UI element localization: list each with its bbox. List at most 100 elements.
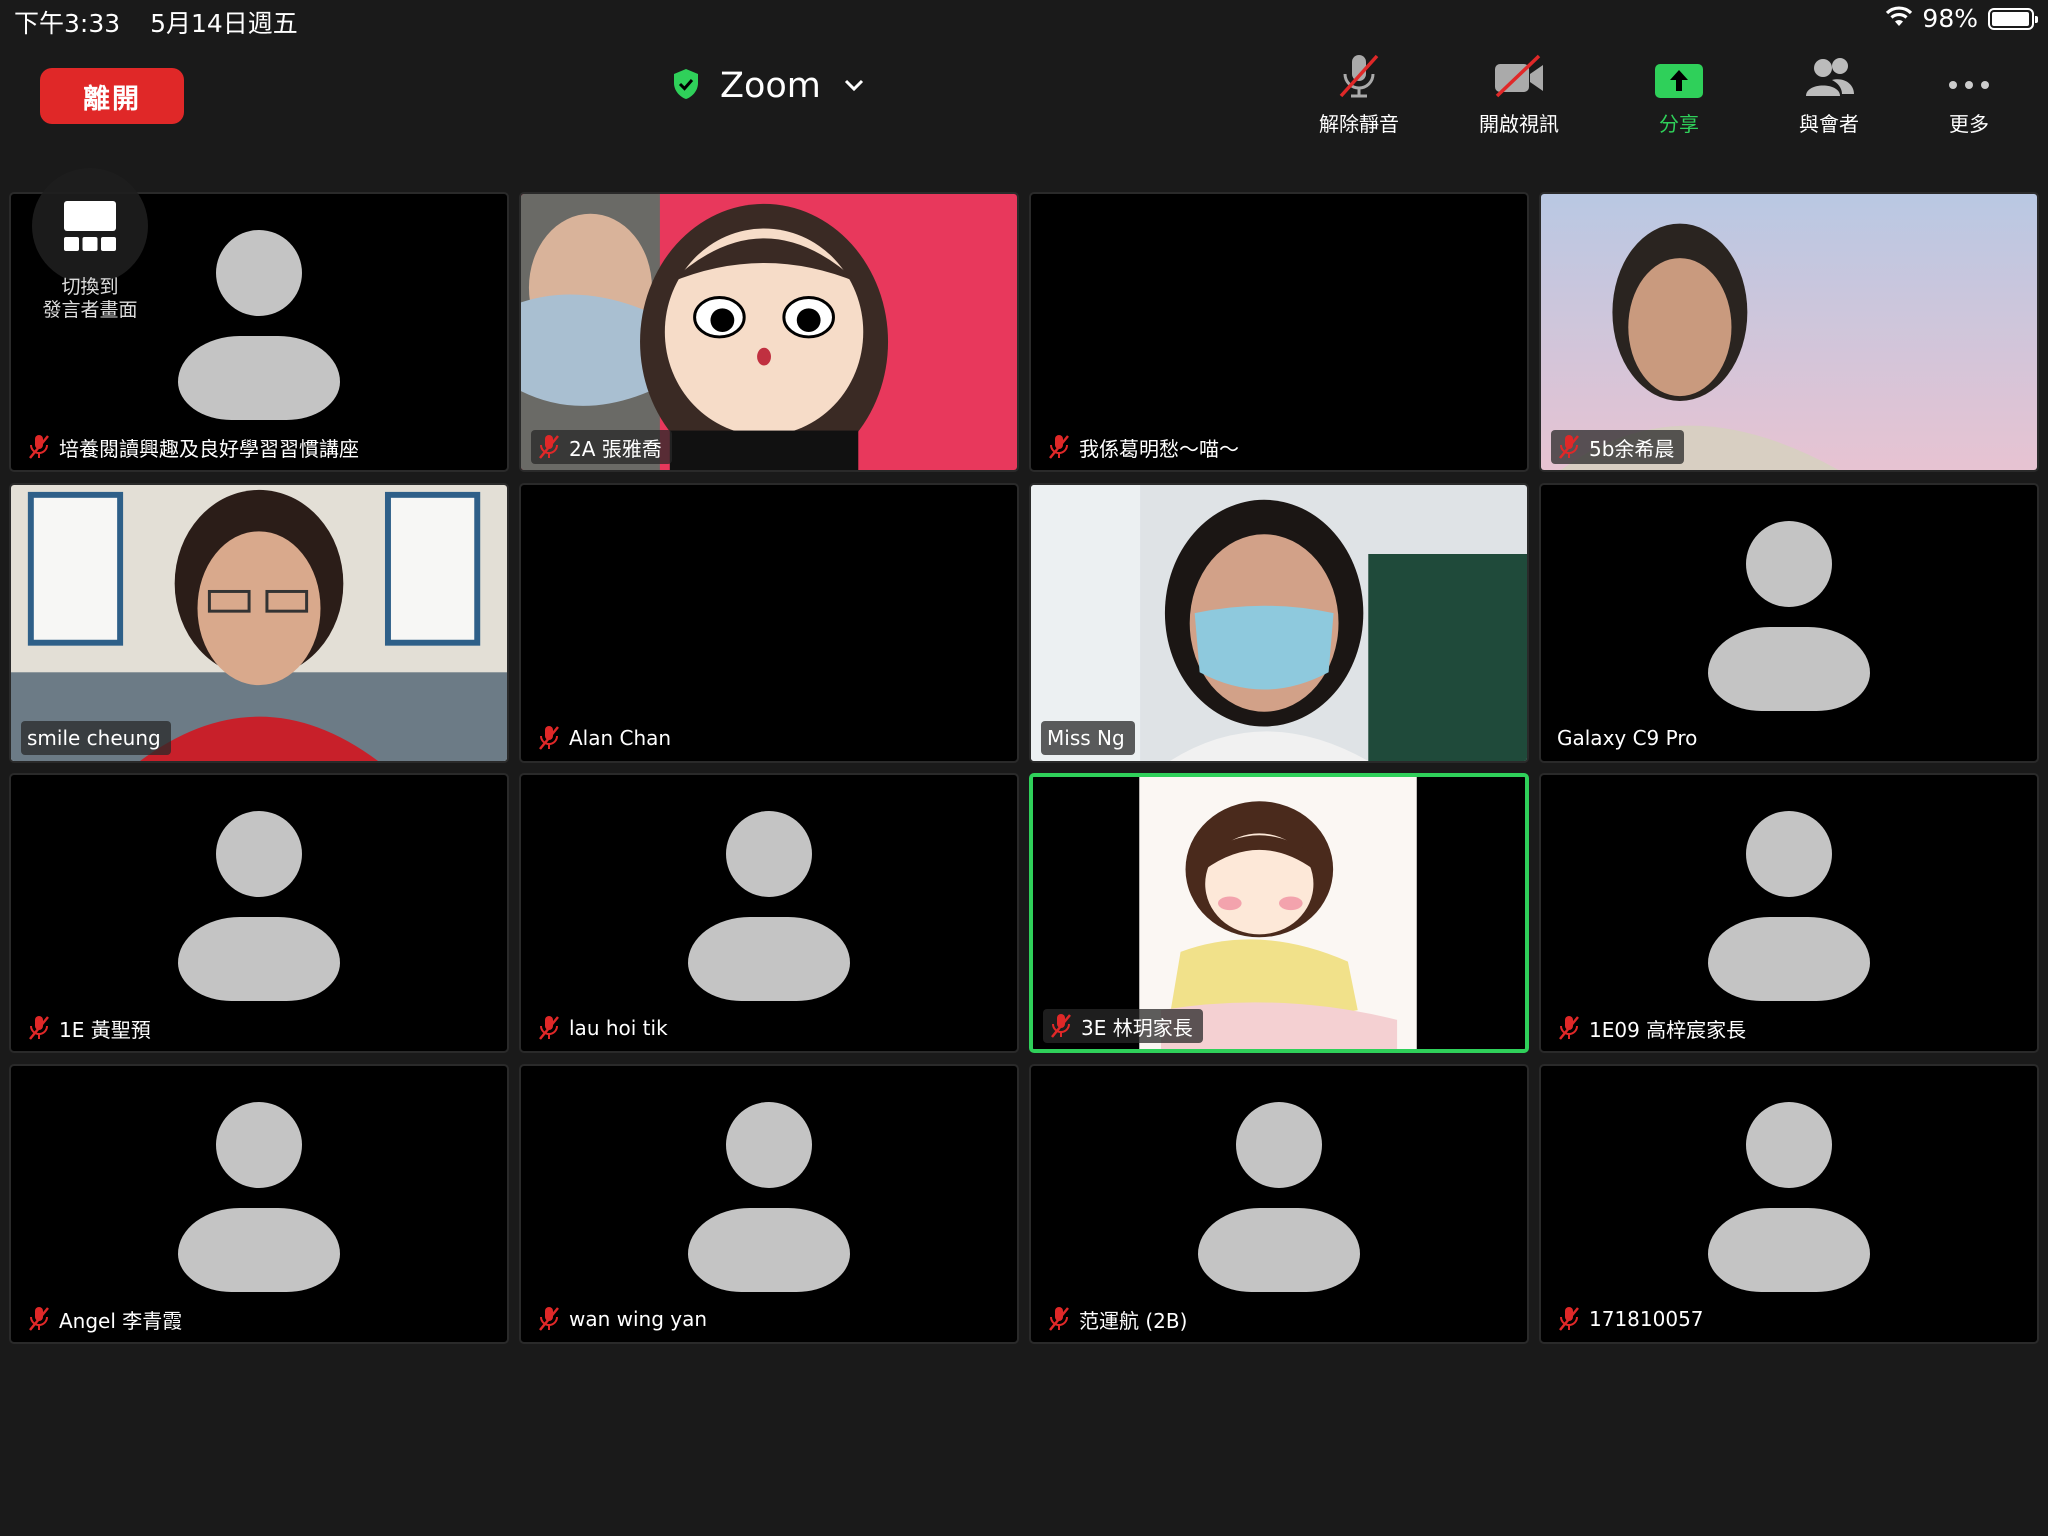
participants-button[interactable]: 與會者 (1764, 52, 1894, 137)
participant-name: 5b余希晨 (1589, 436, 1675, 461)
more-button[interactable]: 更多 (1904, 52, 2034, 137)
share-screen-icon (1654, 52, 1704, 100)
participant-tile[interactable]: Galaxy C9 Pro (1539, 483, 2039, 763)
participant-name-tag: smile cheung (21, 721, 171, 755)
muted-microphone-icon (27, 1306, 51, 1332)
participant-name-tag: 3E 林玥家長 (1043, 1009, 1203, 1043)
participant-tile[interactable]: 1E09 高梓宸家長 (1539, 773, 2039, 1053)
default-avatar-icon (688, 811, 850, 1001)
participant-video (1541, 194, 2037, 470)
meeting-toolbar: 解除靜音 開啟視訊 分享 與會者 更多 (0, 52, 2048, 142)
default-avatar-icon (178, 230, 340, 420)
participant-name: lau hoi tik (569, 1016, 668, 1040)
status-bar-right: 98% (1884, 4, 2038, 33)
participant-name-tag: Angel 李青霞 (21, 1302, 192, 1336)
more-dots-icon (1945, 52, 1993, 100)
participant-name: wan wing yan (569, 1307, 708, 1331)
participant-name-tag: Galaxy C9 Pro (1551, 721, 1707, 755)
participant-name-tag: 1E09 高梓宸家長 (1551, 1011, 1756, 1045)
default-avatar-icon (1198, 1102, 1360, 1292)
muted-microphone-icon (27, 434, 51, 460)
video-camera-off-icon (1493, 52, 1545, 100)
muted-microphone-icon (537, 1015, 561, 1041)
default-avatar-icon (178, 811, 340, 1001)
participants-icon (1802, 52, 1856, 100)
default-avatar-icon (1708, 811, 1870, 1001)
participant-tile[interactable]: lau hoi tik (519, 773, 1019, 1053)
muted-microphone-icon (1557, 1306, 1581, 1332)
participant-tile[interactable]: smile cheung (9, 483, 509, 763)
participant-name: Miss Ng (1047, 726, 1125, 750)
share-button[interactable]: 分享 (1614, 52, 1744, 137)
muted-microphone-icon (537, 1306, 561, 1332)
participant-name-tag: 171810057 (1551, 1302, 1714, 1336)
participant-name-tag: lau hoi tik (531, 1011, 678, 1045)
participant-tile[interactable]: Miss Ng (1029, 483, 1529, 763)
participant-tile[interactable]: 2A 張雅喬 (519, 192, 1019, 472)
participant-name: smile cheung (27, 726, 161, 750)
participant-name: Alan Chan (569, 726, 672, 750)
participant-name: Angel 李青霞 (59, 1308, 183, 1333)
participant-name: 1E 黃聖預 (59, 1017, 151, 1042)
participant-tile[interactable]: Alan Chan (519, 483, 1019, 763)
participant-name-tag: 培養閱讀興趣及良好學習習慣講座 (21, 430, 369, 464)
participant-tile[interactable]: 范運航 (2B) (1029, 1064, 1529, 1344)
status-bar-left: 下午3:33 5月14日週五 (14, 4, 320, 40)
muted-microphone-icon (537, 725, 561, 751)
participant-video (1031, 485, 1527, 761)
participant-name: 3E 林玥家長 (1081, 1015, 1193, 1040)
muted-microphone-icon (1557, 434, 1581, 460)
participant-name-tag: wan wing yan (531, 1302, 717, 1336)
participant-name: 171810057 (1589, 1307, 1704, 1331)
participants-label: 與會者 (1799, 112, 1859, 136)
unmute-label: 解除靜音 (1319, 112, 1399, 136)
start-video-label: 開啟視訊 (1479, 112, 1559, 136)
default-avatar-icon (178, 1102, 340, 1292)
participant-name: 培養閱讀興趣及良好學習習慣講座 (59, 436, 359, 461)
participant-name-tag: 1E 黃聖預 (21, 1011, 161, 1045)
participant-tile[interactable]: 1E 黃聖預 (9, 773, 509, 1053)
battery-percent: 98% (1922, 4, 1978, 33)
muted-microphone-icon (1047, 1306, 1071, 1332)
participant-video (11, 485, 507, 761)
muted-microphone-icon (1557, 1015, 1581, 1041)
start-video-button[interactable]: 開啟視訊 (1454, 52, 1584, 137)
participant-name: 范運航 (2B) (1079, 1308, 1188, 1333)
muted-microphone-icon (537, 434, 561, 460)
more-label: 更多 (1949, 112, 1989, 136)
participant-name: Galaxy C9 Pro (1557, 726, 1698, 750)
switch-view-label-line2: 發言者畫面 (42, 299, 138, 321)
muted-microphone-icon (1047, 434, 1071, 460)
participant-tile[interactable]: Angel 李青霞 (9, 1064, 509, 1344)
participant-tile[interactable]: wan wing yan (519, 1064, 1019, 1344)
participant-name-tag: 5b余希晨 (1551, 430, 1685, 464)
switch-view-label-line1: 切換到 (61, 276, 119, 298)
share-label: 分享 (1659, 112, 1699, 136)
speaker-view-icon (32, 168, 148, 284)
participant-name-tag: Alan Chan (531, 721, 681, 755)
participant-tile[interactable]: 5b余希晨 (1539, 192, 2039, 472)
default-avatar-icon (688, 1102, 850, 1292)
microphone-muted-icon (1335, 52, 1383, 100)
muted-microphone-icon (27, 1015, 51, 1041)
participant-name-tag: 范運航 (2B) (1041, 1302, 1197, 1336)
battery-icon (1988, 7, 2038, 30)
participant-tile[interactable]: 3E 林玥家長 (1029, 773, 1529, 1053)
participant-name-tag: Miss Ng (1041, 721, 1135, 755)
status-time: 下午3:33 (14, 9, 121, 38)
unmute-button[interactable]: 解除靜音 (1294, 52, 1424, 137)
wifi-icon (1884, 4, 1914, 33)
participant-tile[interactable]: 我係葛明愁～喵～ (1029, 192, 1529, 472)
switch-to-speaker-view-button[interactable]: 切換到 發言者畫面 (32, 168, 148, 322)
default-avatar-icon (1708, 1102, 1870, 1292)
participant-name: 2A 張雅喬 (569, 436, 662, 461)
default-avatar-icon (1708, 521, 1870, 711)
status-date: 5月14日週五 (150, 9, 298, 38)
participant-tile[interactable]: 171810057 (1539, 1064, 2039, 1344)
participant-name: 1E09 高梓宸家長 (1589, 1017, 1747, 1042)
participant-name: 我係葛明愁～喵～ (1079, 436, 1239, 461)
participant-name-tag: 2A 張雅喬 (531, 430, 672, 464)
muted-microphone-icon (1049, 1013, 1073, 1039)
participant-video (521, 194, 1017, 470)
participant-name-tag: 我係葛明愁～喵～ (1041, 430, 1249, 464)
